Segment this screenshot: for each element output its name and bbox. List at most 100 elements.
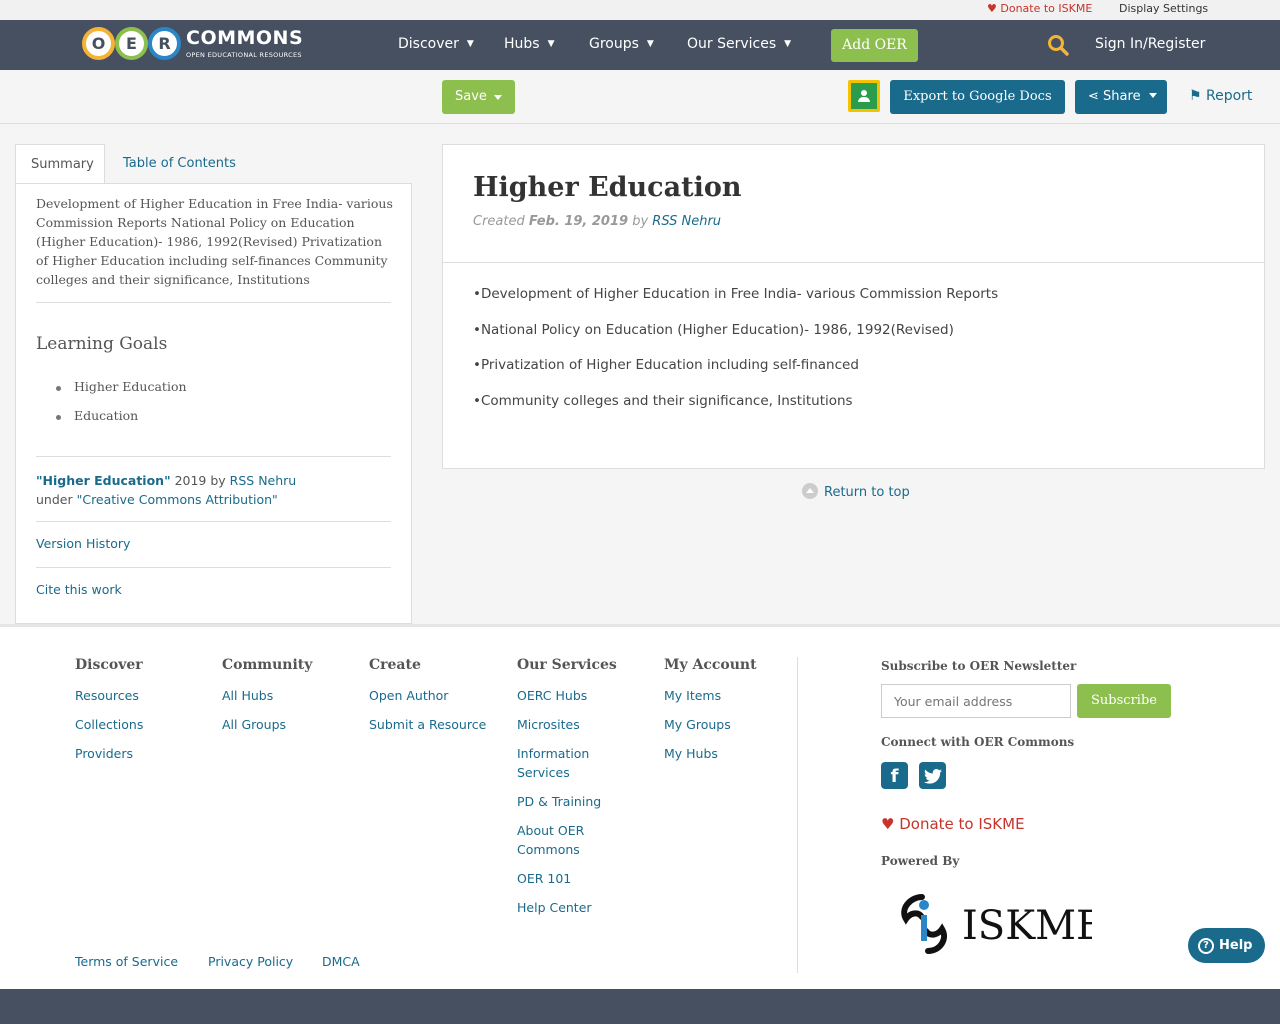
footer-column-discover: Discover Resources Collections Providers [75, 657, 205, 773]
return-to-top-link[interactable]: Return to top [802, 483, 910, 500]
export-google-docs-button[interactable]: Export to Google Docs [890, 80, 1065, 114]
connect-title: Connect with OER Commons [881, 735, 1075, 749]
footer-link[interactable]: Collections [75, 715, 205, 734]
nav-discover-label: Discover [398, 36, 459, 52]
footer-link[interactable]: PD & Training [517, 792, 627, 811]
nav-groups[interactable]: Groups ▼ [589, 36, 654, 52]
summary-text: Development of Higher Education in Free … [36, 196, 393, 287]
created-by: by [628, 214, 653, 229]
content-bullet: •Development of Higher Education in Free… [473, 286, 999, 302]
utility-bar: ♥ Donate to ISKME Display Settings [0, 0, 1280, 20]
footer-link[interactable]: Help Center [517, 898, 627, 917]
logo-letter-o: O [82, 27, 115, 60]
footer-link[interactable]: All Hubs [222, 686, 352, 705]
footer-link[interactable]: Microsites [517, 715, 627, 734]
cite-this-work-link[interactable]: Cite this work [36, 582, 122, 597]
iskme-logo[interactable]: ISKME [892, 889, 1092, 961]
created-prefix: Created [473, 214, 529, 229]
divider [443, 262, 1264, 263]
content-bullet: •National Policy on Education (Higher Ed… [473, 321, 954, 338]
nav-our-services-label: Our Services [687, 36, 777, 52]
share-icon: ⋖ [1088, 89, 1099, 104]
footer-column-title: Create [369, 657, 421, 673]
donate-footer-label: Donate to ISKME [899, 815, 1025, 833]
newsletter-title: Subscribe to OER Newsletter [881, 659, 1077, 673]
attribution: "Higher Education" 2019 by RSS Nehru und… [36, 471, 396, 509]
report-button[interactable]: ⚑ Report [1189, 88, 1252, 104]
footer-column-title: Discover [75, 657, 143, 673]
iskme-logo-text: ISKME [962, 903, 1092, 949]
save-label: Save [455, 89, 487, 104]
share-label: Share [1103, 89, 1141, 104]
footer-link[interactable]: My Hubs [664, 744, 784, 763]
footer-link[interactable]: Resources [75, 686, 205, 705]
summary-panel: Development of Higher Education in Free … [15, 183, 412, 624]
arrow-up-circle-icon [802, 483, 818, 499]
attribution-title-link[interactable]: "Higher Education" [36, 473, 171, 488]
nav-hubs[interactable]: Hubs ▼ [504, 36, 555, 52]
save-button[interactable]: Save [442, 80, 515, 114]
footer-column-create: Create Open Author Submit a Resource [369, 657, 504, 744]
attribution-under: under [36, 492, 77, 507]
google-classroom-icon[interactable] [848, 80, 880, 112]
powered-by-label: Powered By [881, 854, 960, 868]
left-tabs: Summary Table of Contents [15, 144, 412, 184]
nav-discover[interactable]: Discover ▼ [398, 36, 474, 52]
question-icon: ? [1198, 938, 1214, 954]
donate-footer-link[interactable]: ♥ Donate to ISKME [881, 815, 1025, 833]
sign-in-register-link[interactable]: Sign In/Register [1095, 36, 1205, 52]
footer-column-title: Community [222, 657, 313, 673]
author-link[interactable]: RSS Nehru [652, 214, 721, 229]
logo-letter-r: R [148, 27, 181, 60]
logo-wordmark: COMMONS [186, 27, 304, 49]
version-history-link[interactable]: Version History [36, 536, 130, 551]
nav-groups-label: Groups [589, 36, 639, 52]
search-icon[interactable] [1047, 34, 1069, 56]
help-button[interactable]: ? Help [1188, 928, 1265, 963]
subscribe-button[interactable]: Subscribe [1077, 684, 1171, 718]
tab-table-of-contents[interactable]: Table of Contents [108, 144, 251, 184]
footer-column-our-services: Our Services OERC Hubs Microsites Inform… [517, 657, 627, 927]
footer-column-title: Our Services [517, 657, 617, 673]
divider [36, 456, 391, 457]
footer-column-community: Community All Hubs All Groups [222, 657, 352, 744]
license-link[interactable]: "Creative Commons Attribution" [77, 492, 278, 507]
display-settings-link[interactable]: Display Settings [1119, 2, 1208, 15]
facebook-icon[interactable]: f [881, 762, 908, 789]
footer-link[interactable]: Information Services [517, 744, 627, 782]
chevron-down-icon: ▼ [547, 39, 555, 49]
bottom-bar [0, 989, 1280, 1024]
dmca-link[interactable]: DMCA [322, 954, 360, 969]
privacy-policy-link[interactable]: Privacy Policy [208, 954, 293, 969]
twitter-icon[interactable] [919, 762, 946, 789]
footer-link[interactable]: About OER Commons [517, 821, 627, 859]
attribution-year: 2019 by [170, 473, 230, 488]
add-oer-button[interactable]: Add OER [831, 29, 918, 62]
site-footer: Discover Resources Collections Providers… [0, 624, 1280, 989]
donate-top-label: Donate to ISKME [1000, 2, 1093, 15]
footer-link[interactable]: OERC Hubs [517, 686, 627, 705]
share-button[interactable]: ⋖ Share [1075, 80, 1167, 114]
oer-commons-logo[interactable]: O E R COMMONS OPEN EDUCATIONAL RESOURCES [82, 25, 303, 65]
content-bullet: •Community colleges and their significan… [473, 392, 853, 409]
footer-link[interactable]: OER 101 [517, 869, 627, 888]
divider [36, 302, 391, 303]
footer-link[interactable]: Submit a Resource [369, 715, 504, 734]
footer-column-my-account: My Account My Items My Groups My Hubs [664, 657, 784, 773]
logo-tagline: OPEN EDUCATIONAL RESOURCES [186, 51, 302, 59]
newsletter-email-input[interactable] [881, 684, 1071, 718]
footer-link[interactable]: My Groups [664, 715, 784, 734]
learning-goal-item: Education [54, 408, 187, 437]
footer-link[interactable]: My Items [664, 686, 784, 705]
footer-link[interactable]: Providers [75, 744, 205, 763]
footer-link[interactable]: Open Author [369, 686, 504, 705]
footer-link[interactable]: All Groups [222, 715, 352, 734]
content-bullets: •Development of Higher Education in Free… [473, 286, 998, 428]
attribution-author-link[interactable]: RSS Nehru [230, 473, 297, 488]
terms-of-service-link[interactable]: Terms of Service [75, 954, 178, 969]
return-to-top-label: Return to top [824, 485, 910, 500]
tab-summary[interactable]: Summary [15, 144, 105, 184]
help-label: Help [1219, 938, 1253, 953]
nav-our-services[interactable]: Our Services ▼ [687, 36, 791, 52]
donate-top-link[interactable]: ♥ Donate to ISKME [987, 2, 1092, 15]
